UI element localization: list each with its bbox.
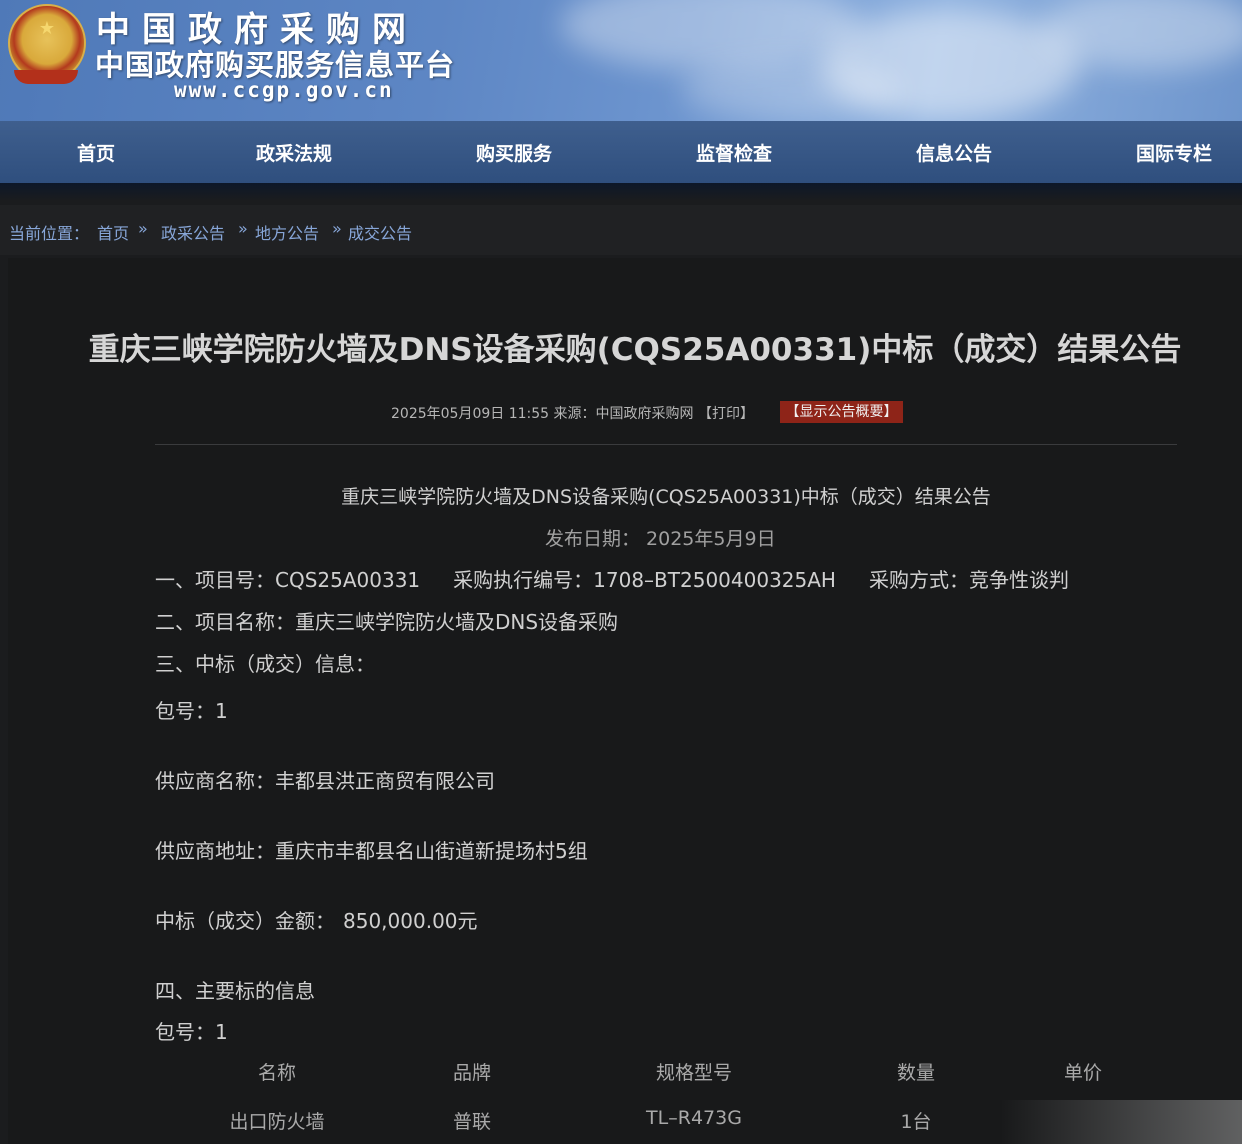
nav-item-purchase-services[interactable]: 购买服务: [476, 139, 552, 166]
breadcrumb-home[interactable]: 首页: [97, 220, 129, 244]
breadcrumb-separator: »: [138, 219, 148, 238]
package-value: 1: [215, 699, 228, 723]
table-cell-quantity: 1台: [900, 1111, 932, 1133]
method-label: 采购方式：: [868, 568, 969, 592]
page-title: 重庆三峡学院防火墙及DNS设备采购(CQS25A00331)中标（成交）结果公告: [88, 332, 1182, 368]
table-header-quantity: 数量: [896, 1062, 935, 1084]
nav-item-supervision[interactable]: 监督检查: [696, 139, 772, 166]
table-cell-model: TL–R473G: [646, 1107, 742, 1129]
award-amount-value: 850,000.00元: [343, 909, 478, 933]
breadcrumb-separator: »: [332, 219, 342, 238]
publish-datetime: 2025年05月09日 11:55: [391, 406, 550, 422]
method-value: 竞争性谈判: [968, 568, 1069, 592]
table-header-unit-price: 单价: [1063, 1062, 1102, 1084]
notice-subtitle: 重庆三峡学院防火墙及DNS设备采购(CQS25A00331)中标（成交）结果公告: [341, 486, 991, 508]
package-value: 1: [215, 1020, 228, 1044]
nav-item-international[interactable]: 国际专栏: [1136, 139, 1212, 166]
project-info-line: 一、项目号：CQS25A00331 采购执行编号：1708–BT250040032…: [155, 564, 1069, 593]
nav-item-announcements[interactable]: 信息公告: [916, 139, 992, 166]
package-label: 包号：: [155, 699, 215, 723]
exec-no-value: 1708–BT2500400325AH: [593, 568, 836, 592]
breadcrumb-separator: »: [238, 219, 248, 238]
package-line-2: 包号：1: [155, 1016, 228, 1045]
project-name-value: 重庆三峡学院防火墙及DNS设备采购: [295, 610, 619, 634]
project-name-line: 二、项目名称：重庆三峡学院防火墙及DNS设备采购: [155, 606, 618, 635]
print-link[interactable]: 【打印】: [698, 406, 754, 422]
nav-shadow: [0, 183, 1242, 201]
publish-date: 发布日期： 2025年5月9日: [545, 528, 776, 550]
exec-no-label: 采购执行编号：: [453, 568, 594, 592]
award-info-heading: 三、中标（成交）信息：: [155, 652, 375, 676]
emblem-ribbon: [14, 70, 78, 84]
article-meta: 2025年05月09日 11:55 来源：中国政府采购网 【打印】: [391, 403, 754, 423]
package-line: 包号：1: [155, 695, 228, 724]
table-header-model: 规格型号: [655, 1062, 732, 1084]
supplier-name-label: 供应商名称：: [155, 769, 275, 793]
supplier-address-line: 供应商地址：重庆市丰都县名山街道新提场村5组: [155, 835, 588, 864]
site-banner: ★ 中国政府采购网 中国政府购买服务信息平台 www.ccgp.gov.cn: [0, 0, 1242, 121]
site-url[interactable]: www.ccgp.gov.cn: [174, 78, 394, 102]
main-items-heading: 四、主要标的信息: [155, 979, 315, 1003]
table-header-brand: 品牌: [452, 1062, 491, 1084]
nav-item-home[interactable]: 首页: [77, 139, 115, 166]
breadcrumb-local-notices[interactable]: 地方公告: [255, 220, 319, 244]
supplier-name-value: 丰都县洪正商贸有限公司: [275, 769, 495, 793]
supplier-name-line: 供应商名称：丰都县洪正商贸有限公司: [155, 765, 495, 794]
title-divider: [155, 444, 1177, 445]
show-summary-button[interactable]: 【显示公告概要】: [780, 401, 903, 423]
supplier-address-value: 重庆市丰都县名山街道新提场村5组: [275, 839, 588, 863]
breadcrumb-deal-notices[interactable]: 成交公告: [348, 220, 412, 244]
table-header-name: 名称: [257, 1062, 296, 1084]
project-no-label: 一、项目号：: [155, 568, 275, 592]
breadcrumb: 当前位置： 首页 » 政采公告 » 地方公告 » 成交公告: [0, 205, 1242, 255]
award-amount-label: 中标（成交）金额：: [155, 909, 335, 933]
breadcrumb-prefix: 当前位置：: [9, 224, 90, 243]
source-label: 来源：: [553, 406, 596, 422]
table-cell-name: 出口防火墙: [229, 1111, 325, 1133]
table-cell-brand: 普联: [452, 1111, 491, 1133]
package-label: 包号：: [155, 1020, 215, 1044]
nav-item-regulations[interactable]: 政采法规: [256, 139, 332, 166]
supplier-address-label: 供应商地址：: [155, 839, 275, 863]
watermark-overlay: [1000, 1100, 1242, 1144]
award-amount-line: 中标（成交）金额： 850,000.00元: [155, 905, 478, 934]
breadcrumb-procurement-notices[interactable]: 政采公告: [161, 220, 225, 244]
project-name-label: 二、项目名称：: [155, 610, 295, 634]
main-nav: 首页 政采法规 购买服务 监督检查 信息公告 国际专栏: [0, 121, 1242, 183]
project-no-value: CQS25A00331: [275, 568, 421, 592]
source-link[interactable]: 中国政府采购网: [596, 406, 694, 422]
